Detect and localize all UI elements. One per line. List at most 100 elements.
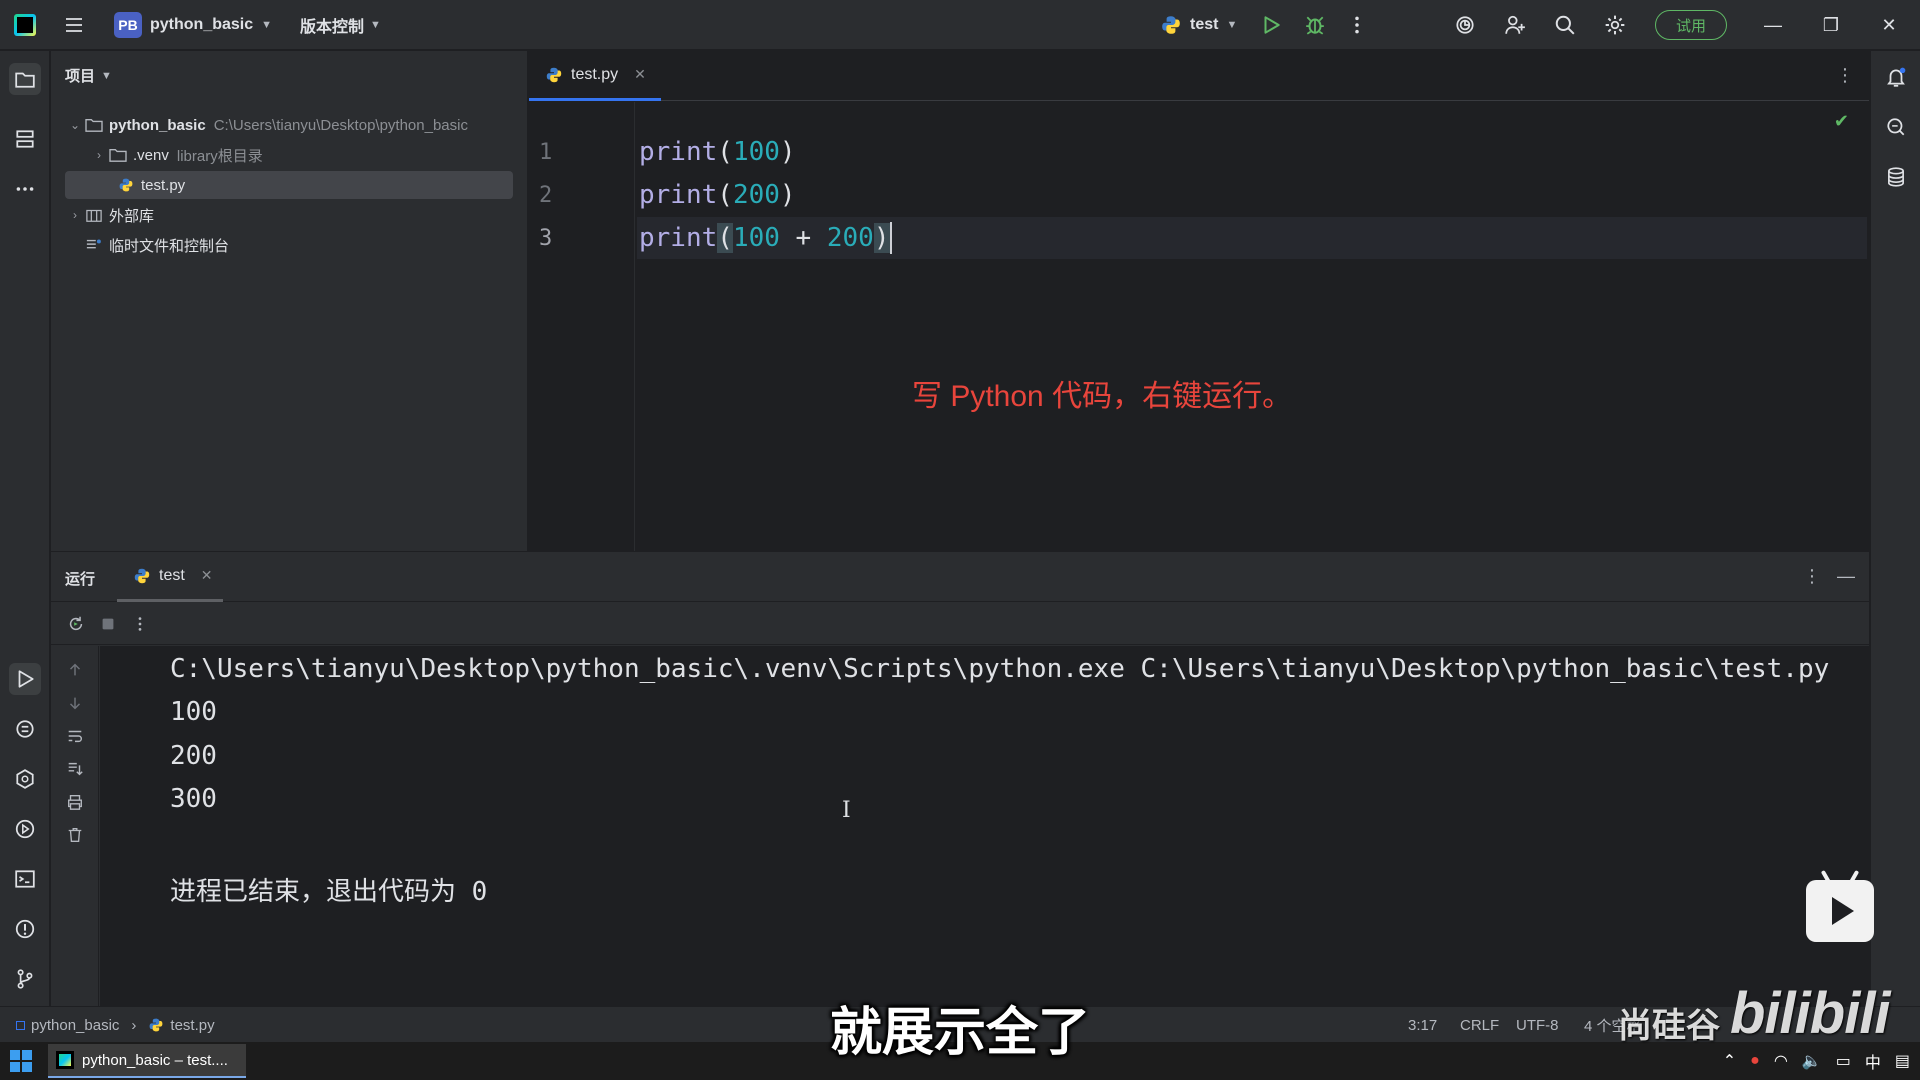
- editor-tab-strip: test.py ✕ ⋮: [529, 51, 1869, 101]
- code-number: 100: [732, 223, 780, 253]
- video-play-icon[interactable]: [1806, 880, 1874, 942]
- python-file-icon: [546, 67, 562, 82]
- run-panel-header: 运行 test ✕ ⋮ —: [51, 552, 1869, 602]
- python-packages-icon[interactable]: [9, 763, 41, 795]
- code-line[interactable]: print(100): [637, 131, 1867, 173]
- code-function: print: [639, 223, 718, 253]
- tree-item-project-root[interactable]: ⌄ python_basic C:\Users\tianyu\Desktop\p…: [51, 111, 528, 139]
- notifications-bell-icon[interactable]: [1880, 61, 1912, 93]
- rerun-icon[interactable]: [65, 613, 87, 635]
- close-tab-icon[interactable]: ✕: [634, 66, 646, 83]
- ai-chat-icon[interactable]: [1880, 111, 1912, 143]
- tree-item-external-libs[interactable]: › 外部库: [51, 201, 528, 229]
- chevron-down-icon[interactable]: ⌄: [67, 118, 83, 132]
- editor-tab-label: test.py: [571, 65, 619, 83]
- project-panel-header[interactable]: 项目 ▼: [65, 65, 112, 86]
- search-icon[interactable]: [1548, 0, 1582, 50]
- line-number: 2: [539, 183, 553, 208]
- code-paren: (: [717, 223, 733, 253]
- chevron-right-icon[interactable]: ›: [91, 148, 107, 162]
- python-console-icon[interactable]: [9, 713, 41, 745]
- code-paren: ): [873, 223, 890, 253]
- tree-item-scratches[interactable]: 临时文件和控制台: [51, 231, 528, 259]
- library-icon: [83, 206, 105, 224]
- chevron-down-icon: ▼: [101, 69, 112, 82]
- more-vertical-icon[interactable]: [1340, 0, 1374, 50]
- project-switcher[interactable]: PB python_basic ▼: [114, 0, 272, 50]
- right-tool-strip: [1870, 51, 1920, 1006]
- run-config-name: test: [1190, 16, 1219, 33]
- chevron-right-icon[interactable]: ›: [67, 208, 83, 222]
- watermark: 尚硅谷 bilibili: [1618, 980, 1891, 1047]
- code-paren: (: [717, 137, 733, 167]
- run-tool-icon[interactable]: [9, 663, 41, 695]
- console-output[interactable]: C:\Users\tianyu\Desktop\python_basic\.ve…: [100, 646, 1869, 1006]
- scratches-icon: [83, 236, 105, 254]
- run-icon[interactable]: [1254, 0, 1288, 50]
- tree-item-test-py[interactable]: test.py: [65, 171, 513, 199]
- main-menu-icon[interactable]: [60, 0, 88, 50]
- project-panel: 项目 ▼ ⌄ python_basic C:\Users\tianyu\Desk…: [51, 51, 528, 551]
- chevron-down-icon: ▼: [370, 19, 381, 31]
- print-icon[interactable]: [65, 792, 85, 812]
- python-file-icon: [115, 176, 137, 194]
- minimize-panel-icon[interactable]: —: [1835, 566, 1857, 588]
- gear-icon[interactable]: [1598, 0, 1632, 50]
- more-vertical-icon[interactable]: ⋮: [1801, 566, 1823, 588]
- tree-item-venv[interactable]: › .venv library根目录: [51, 141, 528, 169]
- run-config-selector[interactable]: test ▼: [1160, 0, 1237, 50]
- inspection-ok-icon[interactable]: ✔: [1834, 111, 1849, 132]
- tree-item-label: 外部库: [109, 207, 155, 225]
- run-toolbar: [51, 603, 1869, 645]
- folder-icon: [83, 116, 105, 134]
- scroll-to-end-icon[interactable]: [65, 759, 85, 779]
- code-function: print: [639, 180, 718, 210]
- vcs-menu[interactable]: 版本控制 ▼: [300, 0, 381, 50]
- pycharm-logo-icon[interactable]: [12, 0, 38, 50]
- editor-tab-test-py[interactable]: test.py ✕: [529, 51, 661, 101]
- project-badge: PB: [114, 12, 142, 38]
- text-caret: [889, 222, 892, 254]
- code-number: 100: [732, 137, 780, 167]
- text-cursor-icon: I: [842, 798, 851, 823]
- minimize-icon[interactable]: —: [1750, 0, 1796, 50]
- services-icon[interactable]: [9, 813, 41, 845]
- tree-item-path: C:\Users\tianyu\Desktop\python_basic: [213, 116, 468, 134]
- code-line-current[interactable]: print(100 + 200): [637, 217, 1867, 259]
- problems-icon[interactable]: [9, 913, 41, 945]
- chevron-down-icon: ▼: [1226, 19, 1238, 31]
- console-side-toolbar: [51, 646, 99, 1006]
- left-tool-strip: [0, 51, 50, 1006]
- arrow-down-icon[interactable]: [65, 693, 85, 713]
- stop-icon[interactable]: [97, 613, 119, 635]
- close-tab-icon[interactable]: ✕: [201, 567, 213, 584]
- tree-item-label: test.py: [141, 176, 186, 194]
- ai-assistant-icon[interactable]: [1448, 0, 1482, 50]
- code-number: 200: [826, 223, 874, 253]
- project-folder-icon[interactable]: [9, 63, 41, 95]
- more-vertical-icon[interactable]: [129, 613, 151, 635]
- code-line[interactable]: print(200): [637, 174, 1867, 216]
- terminal-icon[interactable]: [9, 863, 41, 895]
- code-function: print: [639, 137, 718, 167]
- title-bar: PB python_basic ▼ 版本控制 ▼ test ▼ 试用 — ❐ ✕: [0, 0, 1920, 50]
- close-icon[interactable]: ✕: [1866, 0, 1912, 50]
- console-output-line: 300: [170, 784, 217, 814]
- code-editor: test.py ✕ ⋮ 1 2 3 print(100) print(200) …: [529, 51, 1869, 551]
- restore-icon[interactable]: ❐: [1808, 0, 1854, 50]
- soft-wrap-icon[interactable]: [65, 726, 85, 746]
- run-tab-test[interactable]: test ✕: [117, 552, 223, 602]
- structure-icon[interactable]: [9, 123, 41, 155]
- debug-icon[interactable]: [1298, 0, 1332, 50]
- watermark-cn: 尚硅谷: [1618, 1007, 1720, 1045]
- add-user-icon[interactable]: [1498, 0, 1532, 50]
- arrow-up-icon[interactable]: [65, 660, 85, 680]
- more-horizontal-icon[interactable]: [9, 173, 41, 205]
- code-paren: ): [779, 137, 796, 167]
- database-icon[interactable]: [1880, 161, 1912, 193]
- console-command-line: C:\Users\tianyu\Desktop\python_basic\.ve…: [170, 654, 1830, 684]
- project-panel-title: 项目: [65, 68, 96, 85]
- trial-button[interactable]: 试用: [1655, 10, 1727, 40]
- more-vertical-icon[interactable]: ⋮: [1835, 65, 1855, 85]
- trash-icon[interactable]: [65, 825, 85, 845]
